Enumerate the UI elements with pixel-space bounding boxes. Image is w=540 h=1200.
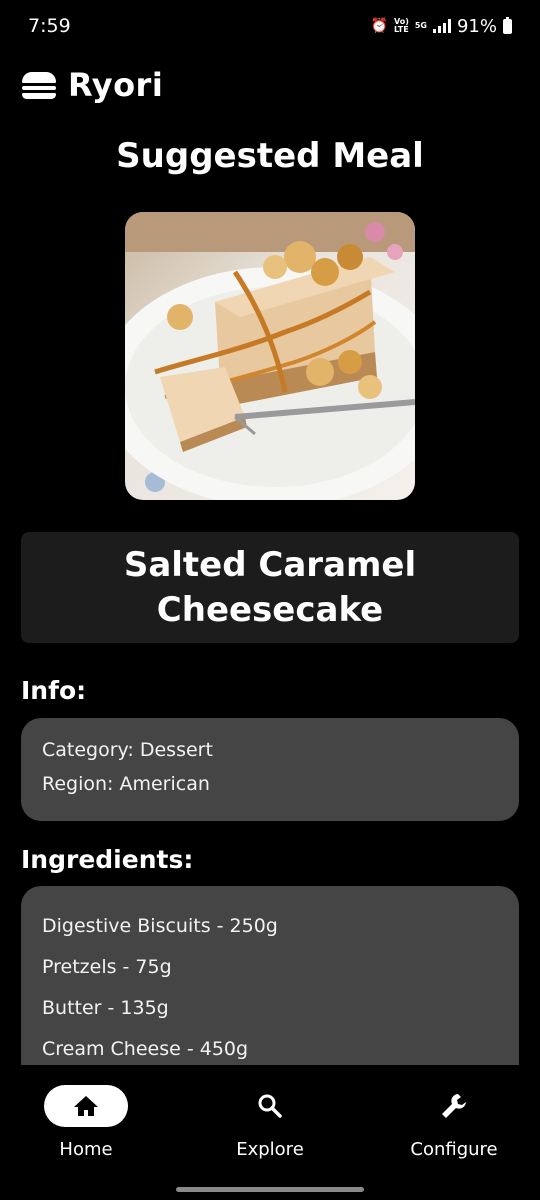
app-title: Ryori bbox=[68, 66, 164, 104]
volte-icon: Vo) LTE bbox=[393, 17, 409, 34]
wrench-icon bbox=[442, 1094, 466, 1118]
status-icons: ⏰ Vo) LTE 5G 91% bbox=[370, 15, 512, 37]
ingredient-item: Digestive Biscuits - 250g bbox=[42, 915, 278, 937]
page-title: Suggested Meal bbox=[116, 136, 424, 176]
battery-percent: 91% bbox=[456, 15, 497, 37]
meal-name-card: Salted Caramel Cheesecake bbox=[21, 532, 519, 643]
meal-region: Region: American bbox=[42, 773, 210, 795]
nav-configure[interactable]: Configure bbox=[374, 1085, 534, 1160]
ingredient-item: Pretzels - 75g bbox=[42, 956, 172, 978]
status-time: 7:59 bbox=[28, 15, 71, 37]
nav-home-label: Home bbox=[59, 1139, 113, 1160]
nav-home-pill[interactable] bbox=[44, 1085, 128, 1127]
nav-configure-pill[interactable] bbox=[412, 1085, 496, 1127]
nav-configure-label: Configure bbox=[410, 1139, 498, 1160]
bottom-navigation: Home Explore Configure bbox=[0, 1065, 540, 1200]
info-card: Category: Dessert Region: American bbox=[21, 718, 519, 821]
cheesecake-illustration bbox=[125, 212, 415, 500]
network-5g-icon: 5G bbox=[414, 21, 427, 30]
battery-icon bbox=[503, 16, 512, 34]
search-icon bbox=[258, 1094, 282, 1118]
nav-explore-label: Explore bbox=[236, 1139, 304, 1160]
nav-explore[interactable]: Explore bbox=[190, 1085, 350, 1160]
ingredient-item: Cream Cheese - 450g bbox=[42, 1038, 249, 1060]
ingredients-heading: Ingredients: bbox=[21, 845, 194, 874]
ingredient-item: Butter - 135g bbox=[42, 997, 169, 1019]
meal-category: Category: Dessert bbox=[42, 739, 213, 761]
alarm-icon: ⏰ bbox=[370, 18, 388, 34]
nav-explore-pill[interactable] bbox=[228, 1085, 312, 1127]
info-heading: Info: bbox=[21, 676, 87, 705]
burger-logo-icon bbox=[22, 71, 56, 99]
home-icon bbox=[74, 1096, 98, 1116]
gesture-home-indicator[interactable] bbox=[176, 1187, 364, 1192]
nav-home[interactable]: Home bbox=[6, 1085, 166, 1160]
status-bar: 7:59 ⏰ Vo) LTE 5G 91% bbox=[0, 0, 540, 52]
meal-image bbox=[125, 212, 415, 500]
meal-name: Salted Caramel Cheesecake bbox=[123, 544, 417, 630]
app-header: Ryori bbox=[22, 60, 163, 110]
signal-icon bbox=[432, 19, 451, 33]
